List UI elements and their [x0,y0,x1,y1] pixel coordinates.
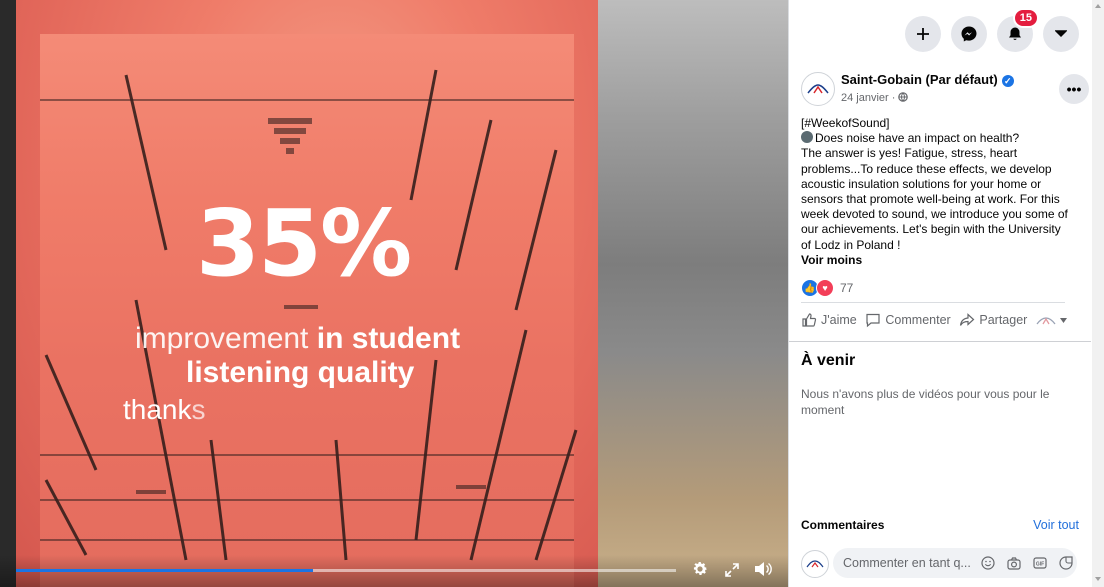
up-next-title: À venir [801,352,856,369]
bell-icon[interactable]: 15 [997,8,1039,52]
notification-badge: 15 [1012,8,1039,28]
gear-icon[interactable] [689,560,711,582]
like-label: J'aime [821,313,857,327]
plus-icon[interactable] [905,16,941,52]
volume-icon[interactable] [752,560,774,582]
overlay-line-3-solid: thank [123,394,192,425]
post-date[interactable]: 24 janvier · [841,92,909,104]
comments-label: Commentaires [801,518,885,532]
post-date-text[interactable]: 24 janvier · [841,92,895,104]
globe-icon [898,92,909,102]
thumbs-up-icon [802,313,817,327]
overlay-line-1: improvement in student [135,322,460,356]
share-label: Partager [979,313,1028,327]
overlay-line-1-light: improvement [135,322,317,355]
overlay-big-number: 35% [196,190,412,297]
post-as-selector[interactable] [1036,315,1067,325]
video-background [598,0,788,587]
sticker-icon[interactable] [1057,554,1075,572]
share-button[interactable]: Partager [959,312,1027,328]
see-less-link[interactable]: Voir moins [801,253,1073,268]
commenter-avatar[interactable] [801,550,829,578]
love-reaction-icon: ♥ [816,279,834,297]
camera-icon[interactable] [1005,554,1023,572]
emoji-icon [801,131,813,144]
comment-placeholder[interactable]: Commenter en tant q... [843,556,971,570]
reaction-count: 77 [840,281,854,295]
up-next-empty-text: Nous n'avons plus de vidéos pour vous po… [801,387,1050,417]
page-name[interactable]: Saint-Gobain (Par défaut) ✓ [841,72,1014,87]
gif-icon[interactable]: GIF [1031,554,1049,572]
video-player[interactable]: 35% improvement in student listening qua… [0,0,788,587]
emoji-icon[interactable] [979,554,997,572]
scrollbar[interactable] [1092,0,1104,587]
like-button[interactable]: J'aime [801,312,857,328]
expand-icon[interactable] [721,560,743,582]
comment-icons: GIF [979,554,1075,572]
page-name-text[interactable]: Saint-Gobain (Par défaut) [841,72,998,87]
overlay-line-3: thanks [123,394,206,426]
scroll-down-icon[interactable] [1095,577,1101,581]
comment-button[interactable]: Commenter [865,312,951,328]
share-icon [960,313,975,326]
post-paragraph: The answer is yes! Fatigue, stress, hear… [801,146,1068,252]
svg-text:GIF: GIF [1036,561,1044,567]
reactions-summary[interactable]: 👍 ♥ 77 [801,279,853,297]
more-options-button[interactable]: ••• [1059,74,1089,104]
see-all-comments-link[interactable]: Voir tout [1033,518,1079,532]
overlay-line-3-fade: s [191,394,206,425]
video-progress-fill [16,569,313,572]
post-question-text: Does noise have an impact on health? [815,131,1020,146]
caret-down-icon [1060,317,1067,323]
post-question: Does noise have an impact on health? [801,131,1073,146]
overlay-line-2: listening quality [186,356,415,389]
header-icons: 15 [905,8,1079,52]
post-panel: 15 Saint-Gobain (Par défaut) ✓ 24 janvier… [788,0,1091,587]
comment-composer: Commenter en tant q... GIF [801,548,1081,578]
verified-icon: ✓ [1001,74,1014,87]
comment-icon [866,313,881,328]
video-progress-bar[interactable] [16,569,676,572]
page-logo-icon [1036,317,1056,325]
post-actions: J'aime Commenter Partager [801,312,1081,328]
page-avatar[interactable] [801,72,835,106]
video-left-edge [0,0,16,587]
divider [801,302,1065,303]
post-hashtag[interactable]: [#WeekofSound] [801,116,1073,131]
overlay-line-1-bold: in student [316,322,461,355]
section-divider [789,341,1091,342]
scroll-up-icon[interactable] [1095,4,1101,8]
post-body: [#WeekofSound] Does noise have an impact… [801,116,1073,268]
post-header: Saint-Gobain (Par défaut) ✓ 24 janvier · … [801,70,1089,110]
comment-label: Commenter [885,313,951,327]
messenger-icon[interactable] [951,16,987,52]
chevron-down-icon[interactable] [1043,16,1079,52]
